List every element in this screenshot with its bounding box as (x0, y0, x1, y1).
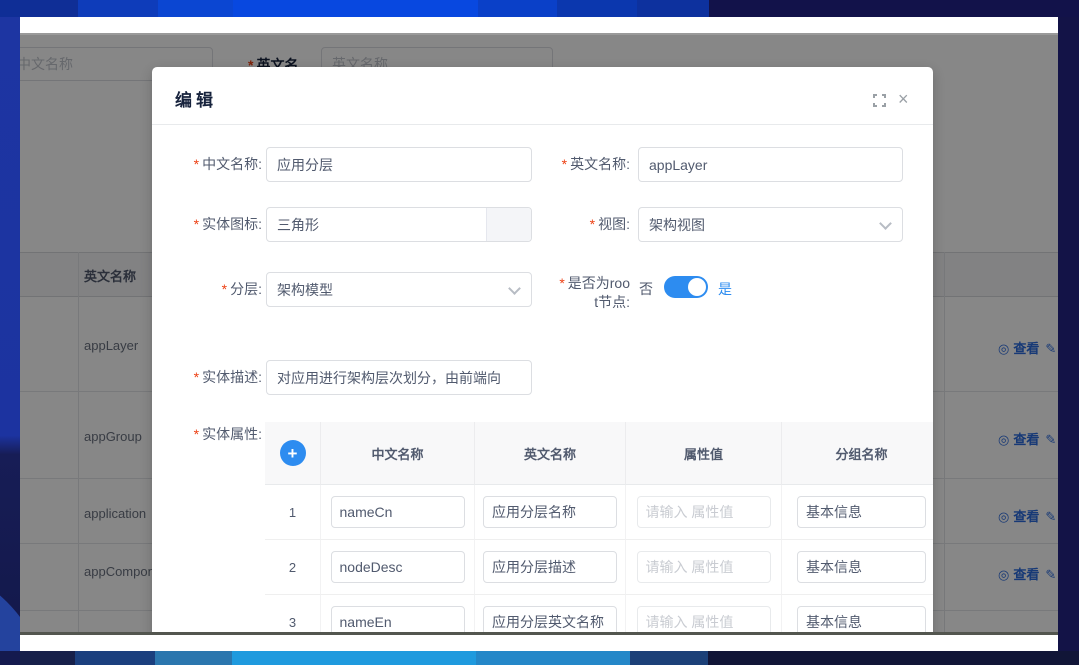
attr-en-input[interactable] (483, 496, 617, 528)
required-asterisk: * (194, 426, 199, 442)
attr-value-input[interactable] (637, 496, 771, 528)
required-asterisk: * (194, 156, 199, 172)
decor-right-strip (1058, 17, 1079, 665)
close-icon[interactable]: × (898, 89, 909, 109)
modal-header: 编辑 × (152, 67, 933, 124)
attr-en-input[interactable] (483, 551, 617, 583)
required-asterisk: * (590, 216, 595, 232)
view-select[interactable] (638, 207, 903, 242)
decor-bottom-bar (0, 651, 1079, 665)
entity-attrs-label: *实体属性: (152, 425, 262, 444)
attr-group-input[interactable] (797, 606, 926, 632)
toggle-knob (688, 278, 706, 296)
switch-off-text: 否 (639, 279, 653, 299)
app-page: *英文名 英文名称 appLayer appGroup application … (20, 33, 1058, 632)
attr-group-input[interactable] (797, 496, 926, 528)
required-asterisk: * (194, 216, 199, 232)
en-name-label: *英文名称: (522, 155, 630, 174)
entity-desc-input[interactable] (266, 360, 532, 395)
decor-top-bar (0, 0, 1079, 17)
switch-on-text: 是 (718, 279, 732, 299)
required-asterisk: * (194, 369, 199, 385)
attr-cn-input[interactable] (331, 496, 465, 528)
attr-header-en: 英文名称 (475, 422, 626, 485)
layer-select[interactable] (266, 272, 532, 307)
attributes-table: + 中文名称 英文名称 属性值 分组名称 1 2 (265, 422, 933, 632)
modal-title: 编辑 (175, 86, 217, 111)
attr-en-input[interactable] (483, 606, 617, 632)
fullscreen-icon[interactable] (873, 94, 886, 107)
required-asterisk: * (562, 156, 567, 172)
en-name-input[interactable] (638, 147, 903, 182)
entity-desc-label: *实体描述: (152, 368, 262, 387)
required-asterisk: * (559, 275, 564, 291)
edit-modal: 编辑 × *中文名称: *英文名称: *实体图标: (152, 67, 933, 632)
attr-header-add: + (265, 422, 321, 485)
attr-value-input[interactable] (637, 606, 771, 632)
attr-header-value: 属性值 (626, 422, 782, 485)
attr-header-group: 分组名称 (782, 422, 933, 485)
header-divider (152, 124, 933, 125)
required-asterisk: * (222, 281, 227, 297)
decor-bottom-white-strip (20, 632, 1058, 651)
cn-name-input[interactable] (266, 147, 532, 182)
entity-icon-label: *实体图标: (152, 215, 262, 234)
attr-row-index: 1 (265, 485, 321, 540)
view-label: *视图: (522, 215, 630, 234)
add-attribute-button[interactable]: + (280, 440, 306, 466)
attr-header-cn: 中文名称 (321, 422, 475, 485)
attr-group-input[interactable] (797, 551, 926, 583)
attr-row-index: 3 (265, 595, 321, 632)
cn-name-label: *中文名称: (152, 155, 262, 174)
attr-value-input[interactable] (637, 551, 771, 583)
is-root-label: *是否为root节点: (558, 274, 630, 312)
layer-label: *分层: (152, 280, 262, 299)
screen: *英文名 英文名称 appLayer appGroup application … (0, 0, 1079, 665)
decor-top-white-strip (20, 17, 1058, 33)
attr-cn-input[interactable] (331, 606, 465, 632)
is-root-toggle[interactable] (664, 276, 708, 298)
decor-left-strip (0, 17, 20, 651)
attr-cn-input[interactable] (331, 551, 465, 583)
attr-row-index: 2 (265, 540, 321, 595)
